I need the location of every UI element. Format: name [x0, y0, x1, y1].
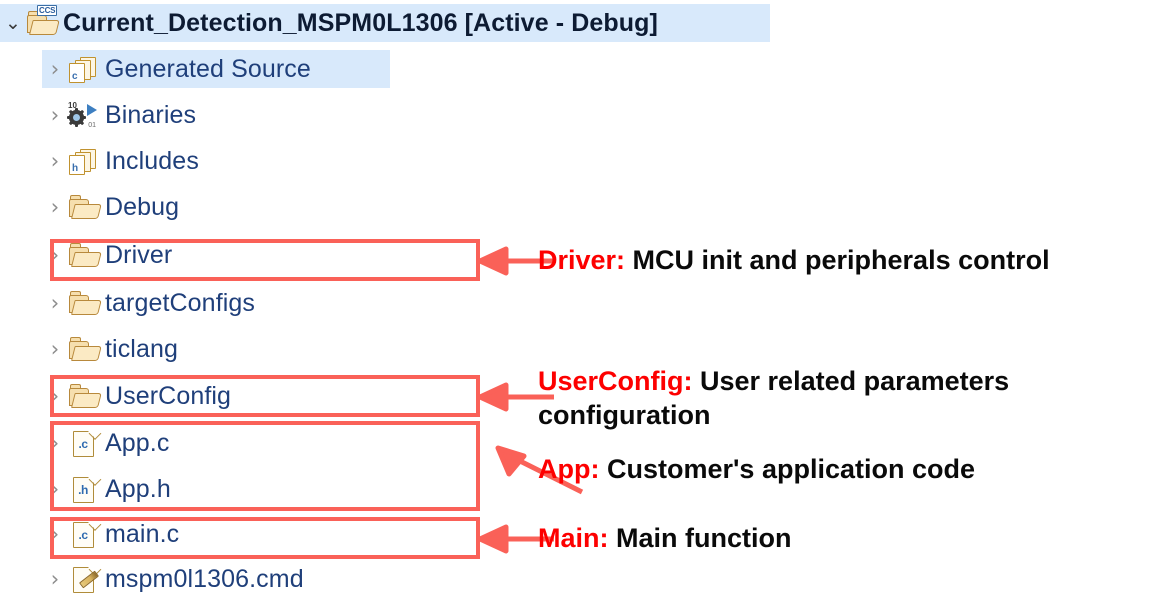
chevron-right-icon[interactable]: › — [42, 568, 68, 590]
tree-row-label-app-h: App.h — [105, 474, 171, 503]
folder-icon — [68, 381, 102, 411]
chevron-right-icon[interactable]: › — [42, 104, 68, 126]
tree-row-userconfig[interactable]: › UserConfig — [42, 377, 231, 415]
tree-row-ticlang[interactable]: › ticlang — [42, 330, 178, 368]
h-file-icon: .h — [68, 473, 102, 504]
folder-icon — [68, 288, 102, 318]
tree-row-includes[interactable]: › h Includes — [42, 142, 199, 180]
annotation-userconfig-key: UserConfig: — [538, 366, 693, 396]
includes-stack-icon: h — [68, 146, 98, 176]
file-icon-extension: .h — [78, 483, 88, 497]
stack-icon-letter: c — [72, 71, 78, 82]
tree-row-label-app-c: App.c — [105, 428, 170, 457]
chevron-right-icon[interactable]: › — [42, 196, 68, 218]
annotation-driver: Driver: MCU init and peripherals control — [538, 243, 1050, 277]
tree-row-label-linker-cmd: mspm0l1306.cmd — [105, 564, 304, 593]
chevron-right-icon[interactable]: › — [42, 244, 68, 266]
annotation-app-text: Customer's application code — [599, 454, 975, 484]
tree-row-label-binaries: Binaries — [105, 100, 197, 129]
tree-row-generated-source[interactable]: › c Generated Source — [42, 50, 390, 88]
c-file-icon: .c — [68, 427, 102, 458]
folder-icon — [68, 334, 102, 364]
tree-row-label-project-root: Current_Detection_MSPM0L1306 [Active - D… — [63, 8, 658, 37]
tree-row-label-ticlang: ticlang — [105, 334, 178, 363]
binaries-icon: 10 01 — [67, 101, 97, 129]
tree-row-label-userconfig: UserConfig — [105, 381, 232, 410]
tree-row-main-c[interactable]: › .c main.c — [42, 515, 179, 553]
tree-row-project-root[interactable]: ⌄ CCS Current_Detection_MSPM0L1306 [Acti… — [0, 4, 770, 42]
annotation-main: Main: Main function — [538, 521, 791, 555]
tree-row-driver[interactable]: › Driver — [42, 236, 172, 274]
file-icon-extension: .c — [78, 528, 88, 542]
annotation-main-text: Main function — [608, 523, 792, 553]
annotation-app-key: App: — [538, 454, 600, 484]
chevron-right-icon[interactable]: › — [42, 385, 68, 407]
source-stack-icon: c — [68, 54, 98, 84]
chevron-right-icon[interactable]: › — [42, 150, 68, 172]
folder-icon — [68, 192, 102, 222]
folder-icon — [68, 240, 102, 270]
chevron-right-icon[interactable]: › — [42, 523, 68, 545]
linker-cmd-file-icon — [68, 563, 102, 594]
tree-row-targetconfigs[interactable]: › targetConfigs — [42, 284, 255, 322]
annotation-driver-key: Driver: — [538, 245, 626, 275]
tree-row-label-includes: Includes — [105, 146, 199, 175]
tree-row-linker-cmd[interactable]: › mspm0l1306.cmd — [42, 560, 304, 598]
ccs-project-folder-icon: CCS — [26, 5, 60, 38]
file-icon-extension: .c — [78, 437, 88, 451]
tree-row-debug[interactable]: › Debug — [42, 188, 179, 226]
stack-icon-letter: h — [72, 163, 79, 174]
project-explorer-tree[interactable]: ⌄ CCS Current_Detection_MSPM0L1306 [Acti… — [0, 0, 770, 599]
tree-row-label-main-c: main.c — [105, 519, 180, 548]
annotation-main-key: Main: — [538, 523, 609, 553]
tree-row-app-h[interactable]: › .h App.h — [42, 470, 171, 508]
tree-row-app-c[interactable]: › .c App.c — [42, 424, 169, 462]
chevron-right-icon[interactable]: › — [42, 338, 68, 360]
annotation-driver-text: MCU init and peripherals control — [625, 245, 1050, 275]
chevron-right-icon[interactable]: › — [42, 58, 68, 80]
annotation-app: App: Customer's application code — [538, 452, 975, 486]
tree-row-binaries[interactable]: › 10 01 Binaries — [42, 96, 196, 134]
tree-row-label-generated-source: Generated Source — [105, 54, 311, 83]
tree-row-label-targetconfigs: targetConfigs — [105, 288, 255, 317]
annotation-userconfig: UserConfig: User related parameters conf… — [538, 364, 1138, 432]
chevron-right-icon[interactable]: › — [42, 478, 68, 500]
chevron-down-icon[interactable]: ⌄ — [0, 13, 26, 33]
chevron-right-icon[interactable]: › — [42, 432, 68, 454]
c-file-icon: .c — [68, 518, 102, 549]
chevron-right-icon[interactable]: › — [42, 292, 68, 314]
tree-row-label-driver: Driver — [105, 240, 173, 269]
tree-row-label-debug: Debug — [105, 192, 180, 221]
